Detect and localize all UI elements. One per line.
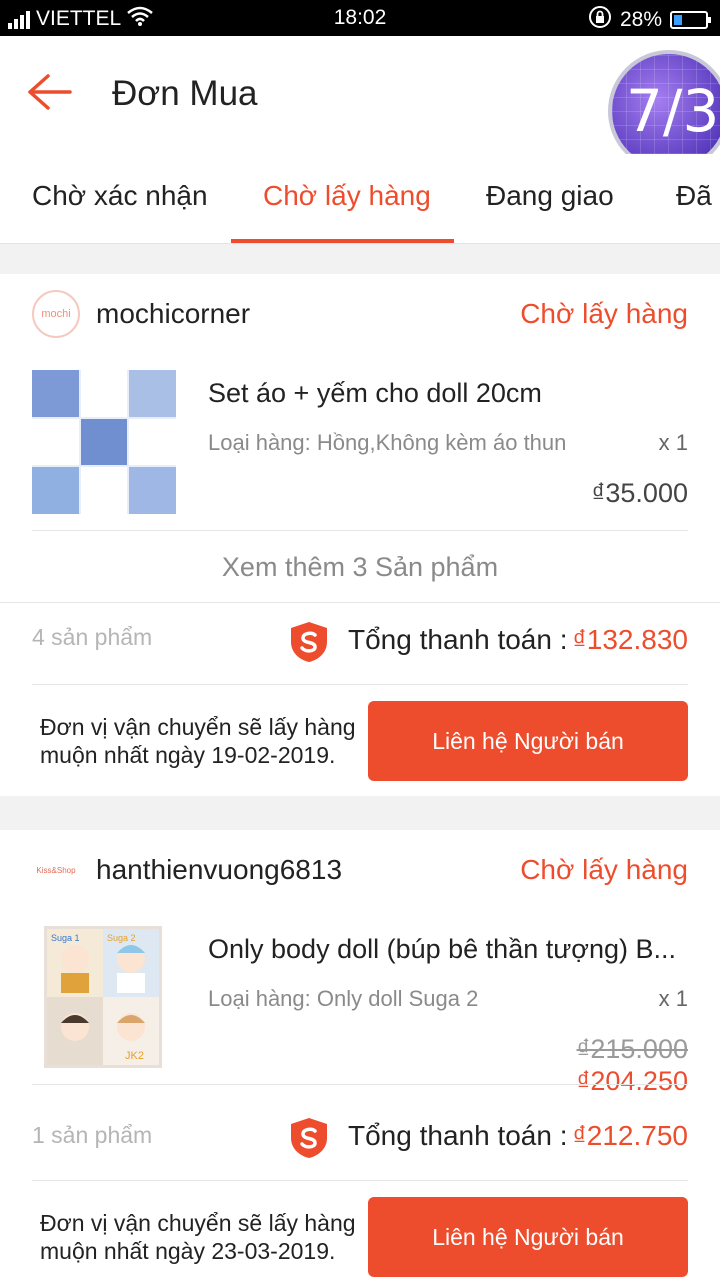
order-status: Chờ lấy hàng [520,854,688,885]
back-arrow-icon[interactable] [24,70,74,114]
product-count: 1 sản phẩm [32,1122,153,1148]
product-count: 4 sản phẩm [32,624,153,650]
total-label: Tổng thanh toán : [348,624,568,655]
product-quantity: x 1 [658,986,688,1011]
tab-da-giao[interactable]: Đã g [676,180,720,212]
product-variant: Loại hàng: Hồng,Không kèm áo thun [208,430,567,455]
divider [32,530,688,531]
tab-cho-xac-nhan[interactable]: Chờ xác nhận [32,180,208,212]
total-value: ₫212.750 [572,1120,688,1151]
divider [32,1180,688,1181]
contact-seller-button[interactable]: Liên hệ Người bán [368,1197,688,1277]
total-value: ₫132.830 [572,624,688,655]
contact-seller-button[interactable]: Liên hệ Người bán [368,701,688,781]
shop-logo: mochi [32,290,80,338]
shop-logo: Kiss&Shop [32,846,80,894]
original-price: ₫215.000 [576,1034,688,1064]
shopee-guarantee-shield-icon [288,1116,330,1160]
product-variant: Loại hàng: Only doll Suga 2 [208,986,479,1011]
divider [32,1084,688,1085]
order-status-tabs: Chờ xác nhận Chờ lấy hàng Đang giao Đã g [0,154,720,244]
view-more-products-link[interactable]: Xem thêm 3 Sản phẩm [0,552,720,583]
active-tab-indicator [231,239,454,243]
shop-header[interactable]: Kiss&Shop hanthienvuong6813 Chờ lấy hàng [32,830,688,910]
shop-name: mochicorner [96,298,251,329]
shopee-guarantee-shield-icon [288,620,330,664]
shipping-deadline-note: Đơn vị vận chuyển sẽ lấy hàng muộn nhất … [40,1210,356,1264]
order-card[interactable]: mochi mochicorner Chờ lấy hàng Set áo + … [0,274,720,796]
product-name: Set áo + yếm cho doll 20cm [208,378,542,408]
total-label: Tổng thanh toán : [348,1120,568,1151]
product-price: ₫35.000 [591,478,688,508]
product-thumbnail[interactable] [32,370,176,514]
product-name: Only body doll (búp bê thần tượng) B... [208,934,677,964]
tab-cho-lay-hang[interactable]: Chờ lấy hàng [263,180,431,212]
shipping-deadline-note: Đơn vị vận chuyển sẽ lấy hàng muộn nhất … [40,714,356,768]
status-bar: VIETTEL 18:02 28% [0,0,720,36]
divider [32,684,688,685]
page-title: Đơn Mua [112,74,258,113]
thumb-label: JK2 [125,1050,144,1062]
battery-icon [670,11,711,29]
divider [0,602,720,603]
battery-percent: 28% [619,8,662,31]
product-quantity: x 1 [658,430,688,455]
sale-price: ₫204.250 [576,1066,688,1096]
rotation-lock-icon [588,5,612,35]
order-card[interactable]: Kiss&Shop hanthienvuong6813 Chờ lấy hàng… [0,830,720,1280]
order-status: Chờ lấy hàng [520,298,688,329]
thumb-label: Suga 2 [107,933,136,943]
shop-header[interactable]: mochi mochicorner Chờ lấy hàng [32,274,688,354]
thumb-label: Suga 1 [51,933,80,943]
app-header: Đơn Mua 7/3 [0,36,720,172]
tab-dang-giao[interactable]: Đang giao [486,180,614,212]
product-thumbnail[interactable]: Suga 1 Suga 2 JK2 [44,926,162,1068]
shop-name: hanthienvuong6813 [96,854,343,885]
